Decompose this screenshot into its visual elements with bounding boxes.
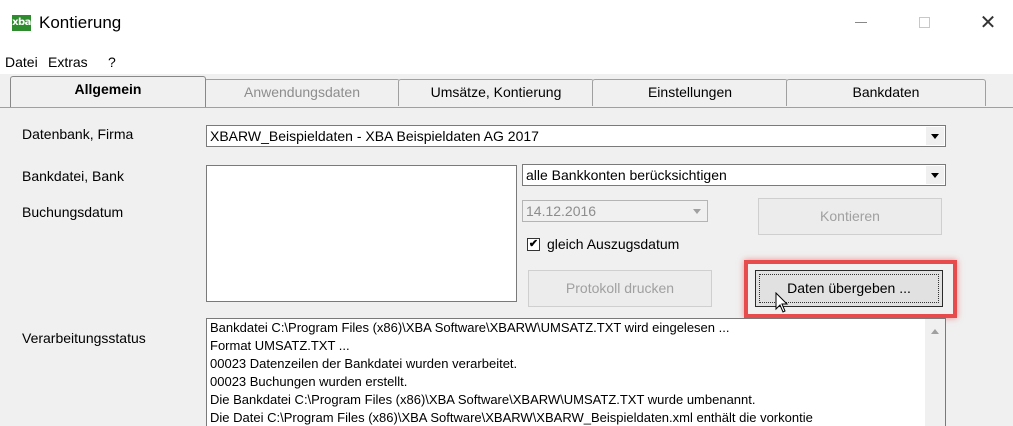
tab-strip: Allgemein Anwendungsdaten Umsätze, Konti… [0,76,1013,108]
status-line: 00023 Buchungen wurden erstellt. [210,374,408,389]
datenbank-label: Datenbank, Firma [22,126,134,142]
buchungsdatum-select[interactable]: 14.12.2016 [522,200,708,222]
maximize-icon [918,17,930,29]
gleich-auszugsdatum-checkbox[interactable]: ✔ [527,238,540,251]
bank-accounts-select[interactable]: alle Bankkonten berücksichtigen [522,164,946,186]
buchungsdatum-value: 14.12.2016 [526,203,597,219]
buchungsdatum-label: Buchungsdatum [22,204,124,220]
verarbeitungsstatus-textbox[interactable]: Bankdatei C:\Program Files (x86)\XBA Sof… [206,318,946,426]
close-button[interactable]: ✕ [965,0,1011,46]
vertical-scrollbar[interactable] [925,319,945,426]
maximize-button[interactable] [901,0,947,46]
chevron-down-icon[interactable] [926,127,944,145]
bank-accounts-select-value: alle Bankkonten berücksichtigen [526,167,727,183]
title-bar: xba Kontierung ✕ [0,0,1013,50]
tab-divider [0,107,1013,108]
close-icon: ✕ [979,12,997,34]
status-line: Bankdatei C:\Program Files (x86)\XBA Sof… [210,320,730,335]
status-line: Die Datei C:\Program Files (x86)\XBA Sof… [210,410,813,425]
bankdatei-label: Bankdatei, Bank [22,168,124,184]
menu-extras[interactable]: Extras [48,54,88,70]
chevron-down-icon[interactable] [688,202,706,220]
bankdatei-listbox[interactable] [206,165,517,302]
status-line: Format UMSATZ.TXT ... [210,338,350,353]
menu-help[interactable]: ? [108,54,116,70]
tab-anwendungsdaten[interactable]: Anwendungsdaten [204,79,400,106]
minimize-button[interactable] [838,0,884,46]
datenbank-select-value: XBARW_Beispieldaten - XBA Beispieldaten … [210,128,539,144]
minimize-icon [855,22,867,24]
app-logo-icon: xba [12,15,31,31]
tab-einstellungen[interactable]: Einstellungen [592,79,788,106]
chevron-down-icon[interactable] [926,166,944,184]
gleich-auszugsdatum-label: gleich Auszugsdatum [547,236,680,252]
tab-bankdaten[interactable]: Bankdaten [786,79,986,106]
protokoll-drucken-button[interactable]: Protokoll drucken [528,270,712,307]
datenbank-select[interactable]: XBARW_Beispieldaten - XBA Beispieldaten … [206,125,946,147]
status-line: 00023 Datenzeilen der Bankdatei wurden v… [210,356,518,371]
window-title: Kontierung [39,13,122,32]
menu-datei[interactable]: Datei [5,54,38,70]
mouse-cursor-icon [775,292,789,313]
status-line: Die Bankdatei C:\Program Files (x86)\XBA… [210,392,756,407]
menu-bar: Datei Extras ? [0,50,1013,74]
tab-umsaetze-kontierung[interactable]: Umsätze, Kontierung [398,79,594,106]
kontieren-button[interactable]: Kontieren [758,198,942,235]
tab-allgemein[interactable]: Allgemein [10,76,206,107]
verarbeitungsstatus-label: Verarbeitungsstatus [22,330,146,346]
